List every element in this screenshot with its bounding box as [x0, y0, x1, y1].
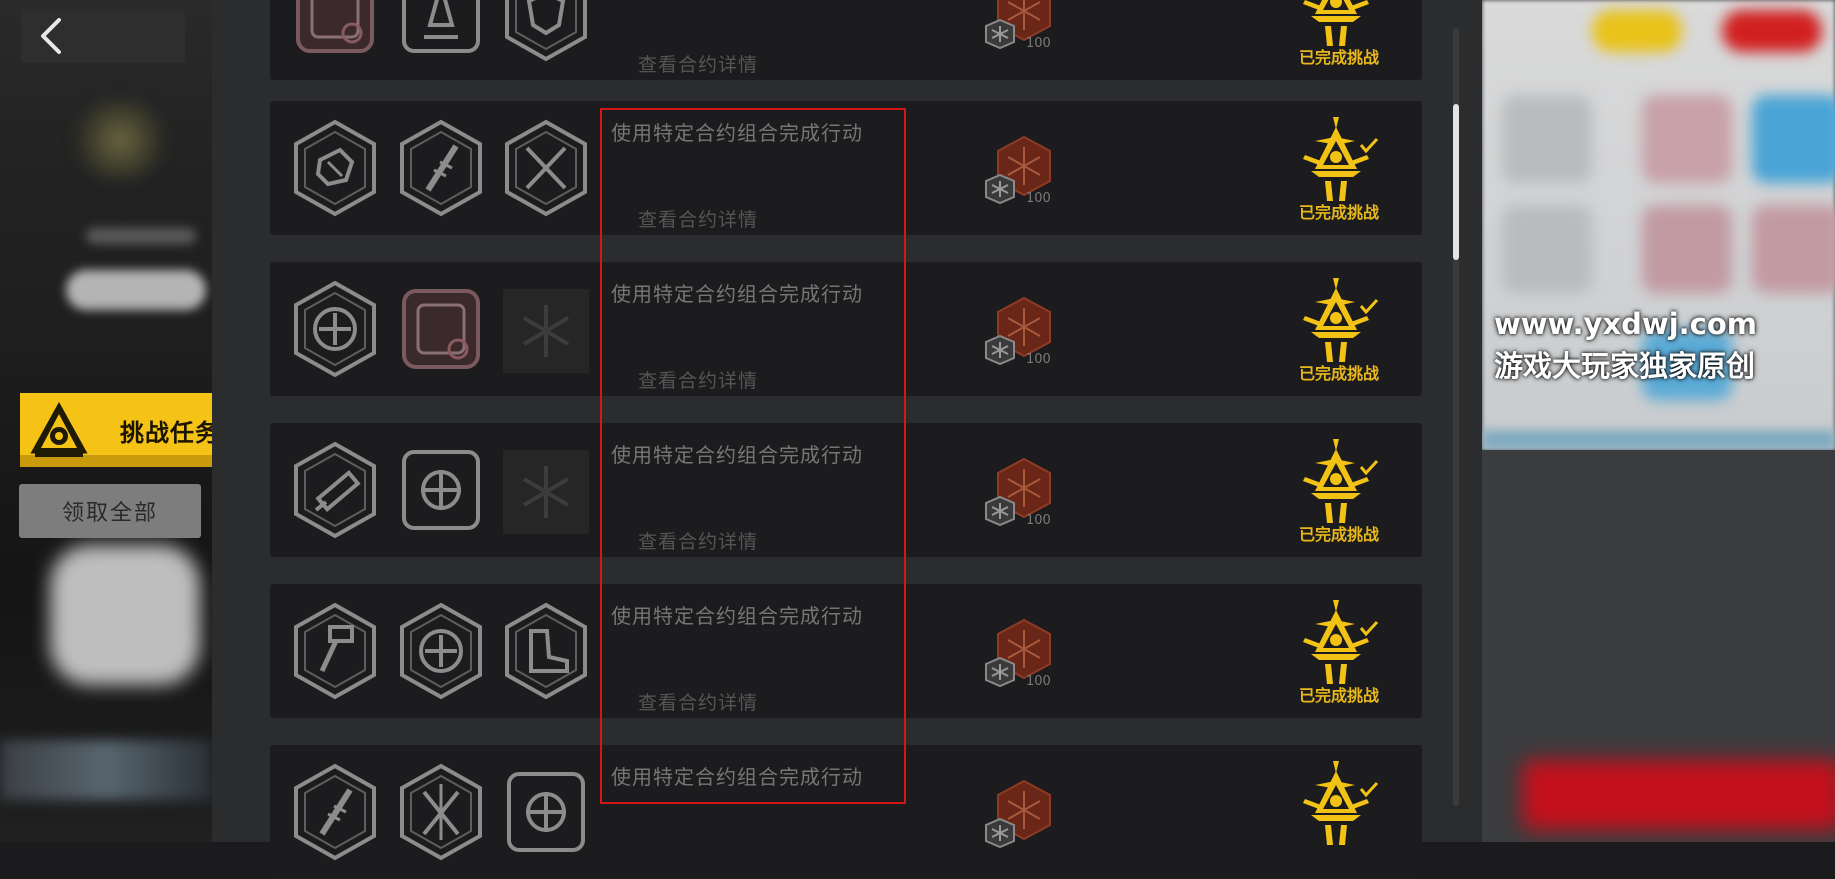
view-contract-details-link[interactable]: 查看合约详情: [638, 527, 758, 554]
challenge-tab-label: 挑战任务: [120, 419, 220, 447]
snowflake-icon: [501, 440, 591, 540]
challenge-complete-trophy-icon: [1295, 276, 1385, 366]
reward-crystal-icon: [978, 775, 1058, 855]
challenge-status-label: 已完成挑战: [1299, 686, 1380, 705]
task-title: 使用特定合约组合完成行动: [611, 282, 863, 306]
blurred-yellow-pill: [1592, 10, 1682, 52]
scrollbar-thumb[interactable]: [1453, 104, 1459, 260]
view-contract-details-link[interactable]: 查看合约详情: [638, 366, 758, 393]
view-contract-details-link[interactable]: 查看合约详情: [638, 205, 758, 232]
targeting-grid-icon: [501, 762, 591, 862]
blurred-tile: [1752, 95, 1835, 183]
chevron-left-icon: [41, 18, 61, 54]
challenge-complete-trophy-icon: [1295, 0, 1385, 50]
view-contract-details-link[interactable]: 查看合约详情: [638, 688, 758, 715]
flame-tower-icon: [396, 0, 486, 63]
reward-count: 100: [1026, 352, 1051, 367]
blurred-text: [86, 228, 196, 244]
challenge-complete-trophy-icon: [1295, 598, 1385, 688]
blurred-tile: [1502, 205, 1592, 293]
task-row: 使用特定合约组合完成行动查看合约详情 100 已完成挑战: [270, 262, 1422, 396]
challenge-status-label: 已完成挑战: [1299, 525, 1380, 544]
task-row: 使用特定合约组合完成行动查看合约详情 100 已完成挑战: [270, 584, 1422, 718]
task-title: 使用特定合约组合完成行动: [611, 765, 863, 789]
watermark: www.yxdwj.com 游戏大玩家独家原创: [1494, 303, 1757, 387]
challenge-complete-trophy-icon: [1295, 115, 1385, 205]
reward-count: 100: [1026, 513, 1051, 528]
blurred-tile: [1502, 95, 1592, 183]
challenge-status-label: 已完成挑战: [1299, 364, 1380, 383]
crossed-swords-icon: [501, 118, 591, 218]
contract-conflict-icon: [396, 279, 486, 379]
contract-conflict-icon: [290, 0, 380, 63]
reward-count: 100: [1026, 674, 1051, 689]
task-row: 使用特定合约组合完成行动查看合约详情 100 已完成挑战: [270, 101, 1422, 235]
blurred-red-button: [1522, 760, 1835, 830]
task-title: 使用特定合约组合完成行动: [611, 604, 863, 628]
shield-badge-icon: [501, 0, 591, 63]
broken-hammer-icon: [290, 601, 380, 701]
crosshair-target-icon: [290, 279, 380, 379]
crossed-blades-icon: [396, 762, 486, 862]
task-row: 使用特定合约组合完成行动查看合约详情 100 已完成挑战: [270, 423, 1422, 557]
task-title: 使用特定合约组合完成行动: [611, 121, 863, 145]
challenge-status-label: 已完成挑战: [1299, 48, 1380, 67]
reward-count: 100: [1026, 36, 1051, 51]
task-row: 使用特定合约组合完成行动: [270, 745, 1422, 879]
challenge-complete-trophy-icon: [1295, 759, 1385, 849]
spine-blade-icon: [290, 762, 380, 862]
task-title: 使用特定合约组合完成行动: [611, 443, 863, 467]
blurred-emblem: [70, 100, 170, 180]
right-blurred-panel: [1482, 0, 1835, 842]
armored-fist-icon: [290, 118, 380, 218]
snowflake-icon: [501, 279, 591, 379]
back-button[interactable]: [21, 9, 185, 63]
challenge-complete-trophy-icon: [1295, 437, 1385, 527]
blurred-tile: [1642, 95, 1732, 183]
blurred-character-art: [50, 545, 200, 685]
blurred-tile: [1752, 205, 1835, 293]
task-row: 查看合约详情 100 已完成挑战: [270, 0, 1422, 80]
blurred-footer-art: [0, 740, 212, 800]
claim-all-button[interactable]: 领取全部: [19, 484, 201, 538]
challenge-status-label: 已完成挑战: [1299, 203, 1380, 222]
challenge-emblem-icon: [30, 402, 88, 457]
blurred-pill: [66, 270, 206, 310]
blurred-tile: [1642, 205, 1732, 293]
spine-blade-icon: [396, 118, 486, 218]
view-contract-details-link[interactable]: 查看合约详情: [638, 50, 758, 77]
targeting-grid-icon: [396, 440, 486, 540]
list-scrollbar[interactable]: [1453, 28, 1459, 806]
reward-count: 100: [1026, 191, 1051, 206]
watermark-url: www.yxdwj.com: [1494, 307, 1757, 341]
rocket-launcher-icon: [290, 440, 380, 540]
armored-boot-icon: [501, 601, 591, 701]
crosshair-target-icon: [396, 601, 486, 701]
watermark-tagline: 游戏大玩家独家原创: [1494, 349, 1756, 383]
blurred-red-pill: [1722, 10, 1822, 52]
blurred-band: [1482, 430, 1835, 450]
